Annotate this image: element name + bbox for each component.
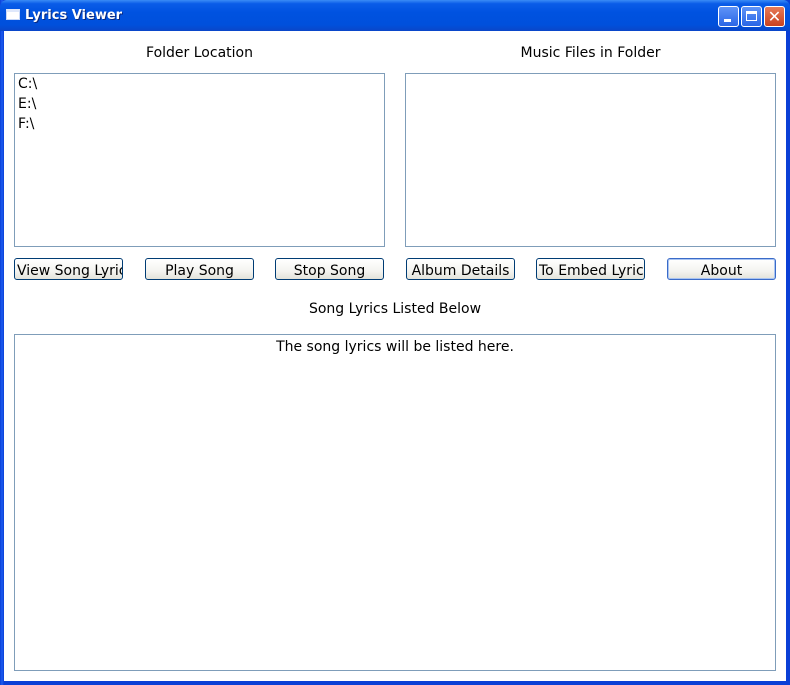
title-bar[interactable]: Lyrics Viewer ✕ [0, 0, 790, 31]
about-button[interactable]: About [667, 258, 776, 280]
minimize-icon [724, 19, 731, 22]
folder-location-label: Folder Location [146, 45, 253, 61]
close-button[interactable]: ✕ [764, 6, 785, 27]
folder-list-item[interactable]: F:\ [15, 114, 384, 134]
embed-lyrics-button[interactable]: To Embed Lyric [536, 258, 645, 280]
maximize-button[interactable] [741, 6, 762, 27]
play-song-button[interactable]: Play Song [145, 258, 254, 280]
client-area: Folder Location C:\ E:\ F:\ Music Files in… [4, 31, 786, 681]
app-window: Lyrics Viewer ✕ Folder Location C:\ E:\ F:… [0, 0, 790, 685]
minimize-button[interactable] [718, 6, 739, 27]
lyrics-textbox[interactable]: The song lyrics will be listed here. [14, 334, 776, 671]
close-icon: ✕ [767, 7, 782, 26]
music-files-list[interactable] [405, 73, 776, 247]
folder-location-list[interactable]: C:\ E:\ F:\ [14, 73, 385, 247]
window-title: Lyrics Viewer [25, 8, 123, 23]
song-lyrics-label: Song Lyrics Listed Below [308, 301, 482, 317]
music-files-label: Music Files in Folder [520, 45, 661, 61]
stop-song-button[interactable]: Stop Song [275, 258, 384, 280]
album-details-button[interactable]: Album Details [406, 258, 515, 280]
view-song-lyrics-button[interactable]: View Song Lyric [14, 258, 123, 280]
maximize-icon [746, 11, 757, 21]
folder-list-item[interactable]: E:\ [15, 94, 384, 114]
lyrics-text: The song lyrics will be listed here. [276, 339, 514, 355]
folder-list-item[interactable]: C:\ [15, 74, 384, 94]
app-icon [6, 9, 20, 20]
